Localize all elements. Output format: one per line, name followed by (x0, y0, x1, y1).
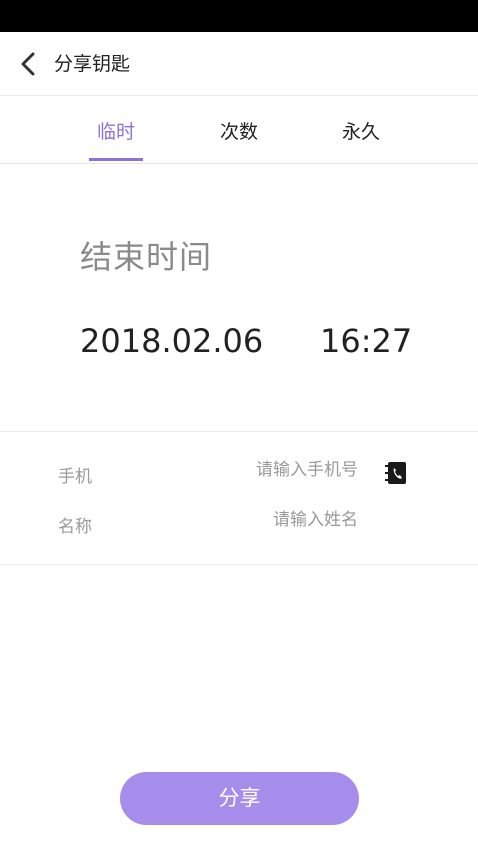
contacts-button[interactable] (385, 461, 407, 485)
active-tab-indicator (89, 158, 143, 161)
tab-temporary[interactable]: 临时 (86, 97, 146, 164)
tab-count[interactable]: 次数 (209, 97, 269, 164)
phone-input[interactable] (218, 460, 358, 480)
contact-book-icon (385, 462, 406, 484)
phone-label: 手机 (58, 467, 92, 487)
end-time-label: 结束时间 (80, 238, 213, 276)
navigation-bar: 分享钥匙 (0, 32, 478, 96)
name-input[interactable] (218, 510, 358, 530)
end-date-picker[interactable]: 2018.02.06 (80, 322, 263, 360)
tab-bar: 临时 次数 永久 (0, 97, 478, 164)
divider (0, 431, 478, 432)
name-label: 名称 (58, 517, 92, 537)
end-time-picker[interactable]: 16:27 (320, 322, 412, 360)
divider (0, 564, 478, 565)
chevron-left-icon (21, 52, 35, 76)
page-title: 分享钥匙 (54, 53, 131, 75)
share-button[interactable]: 分享 (120, 772, 359, 825)
back-button[interactable] (10, 46, 46, 82)
tab-permanent[interactable]: 永久 (331, 97, 391, 164)
status-bar (0, 0, 478, 32)
